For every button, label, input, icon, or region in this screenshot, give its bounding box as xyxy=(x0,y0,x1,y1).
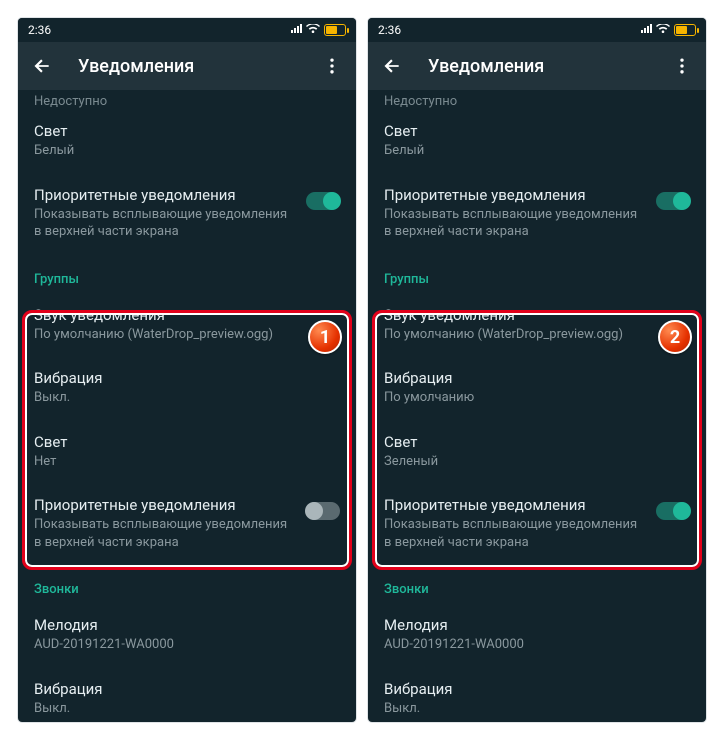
setting-title: Свет xyxy=(34,433,340,451)
section-groups: Группы xyxy=(368,254,706,293)
setting-value: Выкл. xyxy=(34,700,340,718)
more-icon[interactable] xyxy=(664,48,700,84)
setting-title: Свет xyxy=(34,122,340,140)
phone-right: 2:36 Уведомления Недоступно Свет Белый П… xyxy=(368,18,706,722)
wifi-icon xyxy=(306,23,320,37)
unavailable-label: Недоступно xyxy=(368,90,706,109)
appbar-title: Уведомления xyxy=(428,56,646,77)
setting-priority-top[interactable]: Приоритетные уведомления Показывать вспл… xyxy=(18,173,356,254)
setting-title: Свет xyxy=(384,433,690,451)
status-bar: 2:36 xyxy=(368,18,706,42)
setting-light-top[interactable]: Свет Белый xyxy=(18,109,356,173)
setting-desc: Показывать всплывающие уведомления в вер… xyxy=(34,516,296,551)
setting-value: AUD-20191221-WA0000 xyxy=(34,636,340,654)
signal-icon xyxy=(640,23,652,37)
more-icon[interactable] xyxy=(314,48,350,84)
setting-priority-top[interactable]: Приоритетные уведомления Показывать вспл… xyxy=(368,173,706,254)
section-groups: Группы xyxy=(18,254,356,293)
setting-value: По умолчанию (WaterDrop_preview.ogg) xyxy=(384,326,690,344)
setting-title: Приоритетные уведомления xyxy=(34,186,296,204)
phone-left: 2:36 Уведомления Недоступно Свет Белый П… xyxy=(18,18,356,722)
battery-icon xyxy=(324,24,346,36)
setting-value: Выкл. xyxy=(34,389,340,407)
setting-value: Зеленый xyxy=(384,453,690,471)
setting-vibration[interactable]: Вибрация Выкл. xyxy=(18,356,356,420)
setting-value: Выкл. xyxy=(384,700,690,718)
setting-title: Вибрация xyxy=(384,369,690,387)
priority-toggle[interactable] xyxy=(306,502,340,520)
setting-value: По умолчанию (WaterDrop_preview.ogg) xyxy=(34,326,340,344)
setting-desc: Показывать всплывающие уведомления в вер… xyxy=(34,206,296,241)
setting-priority-groups[interactable]: Приоритетные уведомления Показывать вспл… xyxy=(18,483,356,564)
unavailable-label: Недоступно xyxy=(18,90,356,109)
setting-value: Белый xyxy=(384,142,690,160)
setting-title: Приоритетные уведомления xyxy=(384,186,646,204)
annotation-badge-1: 1 xyxy=(308,320,342,354)
setting-desc: Показывать всплывающие уведомления в вер… xyxy=(384,516,646,551)
setting-value: Белый xyxy=(34,142,340,160)
appbar-title: Уведомления xyxy=(78,56,296,77)
setting-light[interactable]: Свет Зеленый xyxy=(368,420,706,484)
settings-list: Недоступно Свет Белый Приоритетные уведо… xyxy=(18,90,356,722)
setting-title: Звук уведомления xyxy=(384,306,690,324)
setting-sound[interactable]: Звук уведомления По умолчанию (WaterDrop… xyxy=(18,293,356,357)
status-time: 2:36 xyxy=(378,23,401,37)
status-time: 2:36 xyxy=(28,23,51,37)
setting-priority-groups[interactable]: Приоритетные уведомления Показывать вспл… xyxy=(368,483,706,564)
priority-toggle[interactable] xyxy=(656,192,690,210)
setting-light[interactable]: Свет Нет xyxy=(18,420,356,484)
battery-icon xyxy=(674,24,696,36)
setting-title: Свет xyxy=(384,122,690,140)
app-bar: Уведомления xyxy=(18,42,356,90)
priority-toggle[interactable] xyxy=(306,192,340,210)
section-calls: Звонки xyxy=(18,564,356,603)
section-calls: Звонки xyxy=(368,564,706,603)
setting-value: AUD-20191221-WA0000 xyxy=(384,636,690,654)
setting-vibration[interactable]: Вибрация По умолчанию xyxy=(368,356,706,420)
setting-title: Вибрация xyxy=(34,369,340,387)
priority-toggle[interactable] xyxy=(656,502,690,520)
status-bar: 2:36 xyxy=(18,18,356,42)
setting-sound[interactable]: Звук уведомления По умолчанию (WaterDrop… xyxy=(368,293,706,357)
setting-ringtone[interactable]: Мелодия AUD-20191221-WA0000 xyxy=(18,603,356,667)
setting-call-vibration[interactable]: Вибрация Выкл. xyxy=(368,667,706,722)
setting-value: Нет xyxy=(34,453,340,471)
setting-title: Мелодия xyxy=(384,616,690,634)
settings-list: Недоступно Свет Белый Приоритетные уведо… xyxy=(368,90,706,722)
setting-ringtone[interactable]: Мелодия AUD-20191221-WA0000 xyxy=(368,603,706,667)
setting-desc: Показывать всплывающие уведомления в вер… xyxy=(384,206,646,241)
setting-title: Приоритетные уведомления xyxy=(384,496,646,514)
setting-title: Вибрация xyxy=(384,680,690,698)
setting-light-top[interactable]: Свет Белый xyxy=(368,109,706,173)
setting-title: Приоритетные уведомления xyxy=(34,496,296,514)
back-icon[interactable] xyxy=(24,48,60,84)
setting-call-vibration[interactable]: Вибрация Выкл. xyxy=(18,667,356,722)
setting-title: Мелодия xyxy=(34,616,340,634)
setting-value: По умолчанию xyxy=(384,389,690,407)
signal-icon xyxy=(290,23,302,37)
wifi-icon xyxy=(656,23,670,37)
setting-title: Вибрация xyxy=(34,680,340,698)
back-icon[interactable] xyxy=(374,48,410,84)
annotation-badge-2: 2 xyxy=(658,320,692,354)
app-bar: Уведомления xyxy=(368,42,706,90)
setting-title: Звук уведомления xyxy=(34,306,340,324)
